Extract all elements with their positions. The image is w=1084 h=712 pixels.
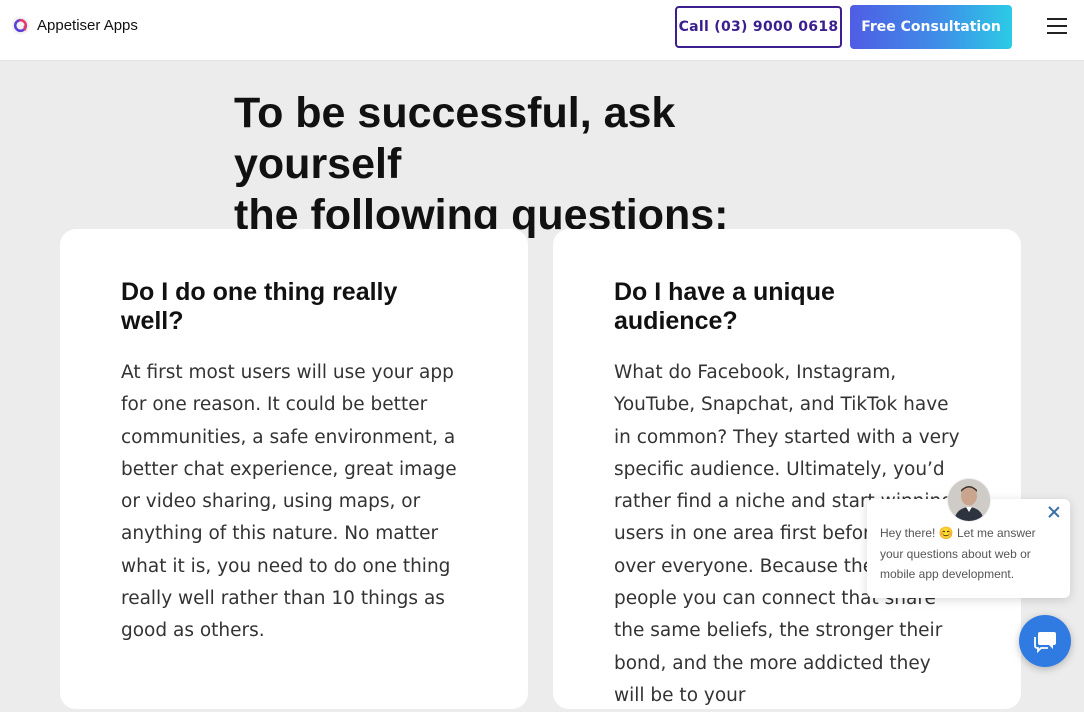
appetiser-logo-icon [11,16,30,35]
section-title: To be successful, ask yourself the follo… [234,88,854,241]
question-card-one-thing: Do I do one thing really well? At first … [60,229,528,709]
card-heading: Do I have a unique audience? [614,278,835,335]
chat-agent-avatar [947,478,991,522]
logo-text: Appetiser Apps [37,17,138,34]
free-consultation-button[interactable]: Free Consultation [850,5,1012,49]
section-title-line-1: To be successful, ask yourself [234,89,676,188]
chat-greeting-message: Hey there! 😊 Let me answer your question… [880,526,1036,581]
chat-launcher-button[interactable] [1019,615,1071,667]
call-phone-button[interactable]: Call (03) 9000 0618 [675,6,842,48]
card-heading: Do I do one thing really well? [121,278,398,335]
site-header: Appetiser Apps Call (03) 9000 0618 Free … [0,0,1084,61]
card-body: At first most users will use your app fo… [121,362,457,642]
logo[interactable]: Appetiser Apps [11,16,138,35]
chat-bubble-icon [1034,632,1056,653]
hamburger-menu-icon[interactable] [1047,18,1067,34]
close-icon[interactable] [1047,505,1061,519]
question-card-unique-audience: Do I have a unique audience? What do Fac… [553,229,1021,709]
